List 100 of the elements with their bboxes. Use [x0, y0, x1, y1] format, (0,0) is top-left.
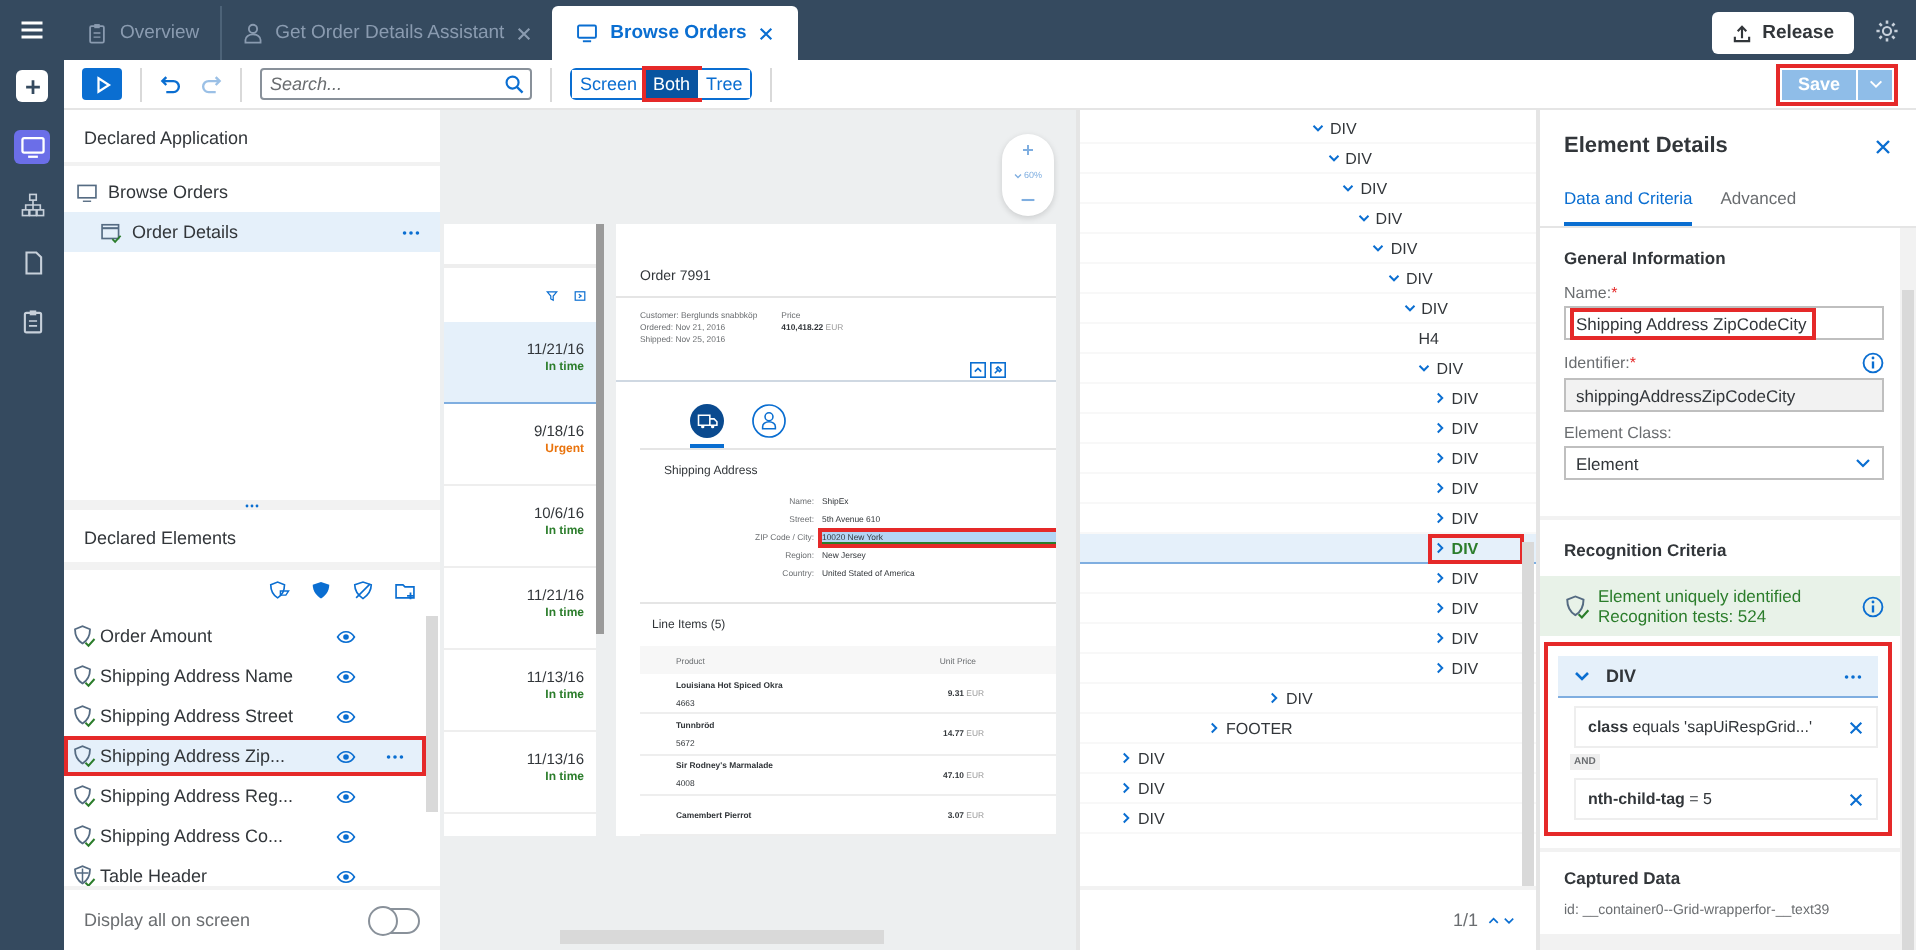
tree-item-label[interactable]: Order Details [132, 222, 239, 242]
settings-icon[interactable] [1874, 18, 1900, 44]
tree-node[interactable]: DIV [1388, 269, 1439, 287]
pin-icon[interactable] [990, 361, 1006, 378]
info-icon[interactable] [1862, 352, 1884, 374]
eye-icon[interactable] [336, 829, 356, 843]
tree-node[interactable]: DIV [1433, 389, 1485, 407]
view-mode-button[interactable]: Tree [698, 70, 751, 98]
shield-tag-icon[interactable] [268, 579, 290, 601]
tree-node[interactable]: DIV [1342, 179, 1394, 197]
tree-node[interactable]: DIV [1120, 749, 1171, 767]
close-icon[interactable] [516, 25, 533, 41]
element-list-item[interactable]: Shipping Address Name [64, 656, 426, 696]
eye-icon[interactable] [336, 869, 356, 883]
add-button[interactable] [16, 70, 48, 102]
tree-node[interactable]: FOOTER [1208, 719, 1299, 737]
tree-item-label[interactable]: Browse Orders [108, 182, 229, 202]
undo-icon[interactable] [160, 73, 182, 95]
tab[interactable]: Browse Orders [552, 6, 799, 60]
eye-icon[interactable] [336, 749, 356, 763]
up-down-arrows-icon[interactable] [1488, 914, 1516, 926]
element-name[interactable]: Shipping Address Co... [100, 826, 336, 846]
input-field[interactable]: Shipping Address ZipCodeCity [1564, 306, 1884, 340]
tree-node[interactable]: DIV [1433, 509, 1485, 527]
clipboard-icon [86, 22, 108, 44]
element-name[interactable]: Table Header [100, 866, 336, 886]
remove-icon[interactable] [1848, 791, 1864, 807]
criteria-group-header[interactable]: DIV [1558, 656, 1878, 698]
scrollbar-thumb[interactable] [1522, 542, 1534, 886]
input-field[interactable]: shippingAddressZipCodeCity [1564, 378, 1884, 412]
close-icon[interactable] [758, 25, 775, 41]
tree-node[interactable]: DIV [1433, 419, 1485, 437]
toggle-switch[interactable] [370, 907, 420, 933]
more-icon[interactable] [402, 229, 420, 235]
element-name[interactable]: Shipping Address Name [100, 666, 336, 686]
close-icon[interactable] [1874, 137, 1892, 155]
shield-slash-icon[interactable] [352, 579, 374, 601]
filter-icon[interactable] [546, 289, 558, 301]
tree-node[interactable]: DIV [1433, 629, 1485, 647]
scrollbar-thumb[interactable] [596, 224, 604, 634]
field-label: Name:* [1564, 284, 1618, 302]
element-list-item[interactable]: Shipping Address Street [64, 696, 426, 736]
eye-icon[interactable] [336, 789, 356, 803]
tab-label[interactable]: Browse Orders [610, 22, 747, 44]
tree-node[interactable]: DIV [1327, 149, 1378, 167]
section-tab[interactable] [690, 403, 724, 448]
element-list-item[interactable]: Shipping Address Zip... [64, 736, 426, 776]
tree-node[interactable]: DIV [1357, 209, 1409, 227]
tree-node[interactable]: DIV [1312, 119, 1363, 137]
tree-node[interactable]: DIV [1120, 779, 1171, 797]
eye-icon[interactable] [336, 629, 356, 643]
eye-icon[interactable] [336, 709, 356, 723]
chevron-down-icon [1574, 668, 1590, 684]
shield-check-icon [72, 624, 96, 648]
chevron-down-icon [1342, 182, 1355, 194]
element-list-item[interactable]: Shipping Address Reg... [64, 776, 426, 816]
element-name[interactable]: Order Amount [100, 626, 336, 646]
element-list-item[interactable]: Table Header [64, 856, 426, 886]
tree-node[interactable]: DIV [1268, 689, 1319, 707]
tree-node[interactable]: DIV [1418, 359, 1470, 377]
more-icon[interactable] [1844, 673, 1862, 679]
scrollbar-thumb[interactable] [426, 616, 438, 812]
tree-node[interactable]: DIV [1403, 299, 1454, 317]
scrollbar-thumb[interactable] [1902, 290, 1914, 950]
tree-node[interactable]: DIV [1433, 449, 1485, 467]
menu-icon[interactable] [18, 16, 46, 44]
folder-plus-icon[interactable] [394, 579, 416, 601]
element-list-item[interactable]: Shipping Address Co... [64, 816, 426, 856]
tree-node[interactable]: DIV [1433, 479, 1485, 497]
tree-node[interactable]: DIV [1120, 809, 1171, 827]
element-name[interactable]: Shipping Address Zip... [100, 746, 336, 766]
tree-node[interactable]: DIV [1433, 569, 1485, 587]
remove-icon[interactable] [1848, 719, 1864, 735]
collapse-icon[interactable] [970, 361, 986, 378]
chevron-right-icon [1120, 752, 1132, 764]
element-list-item[interactable]: Order Amount [64, 616, 426, 656]
tree-item[interactable]: Browse Orders [64, 172, 440, 212]
tree-node[interactable]: H4 [1418, 329, 1445, 347]
hierarchy-icon [19, 192, 45, 218]
columns-icon[interactable] [574, 289, 586, 301]
tree-node[interactable]: DIV [1433, 659, 1485, 677]
eye-icon[interactable] [336, 669, 356, 683]
tree-item[interactable]: Order Details [64, 212, 440, 252]
tab[interactable]: Advanced [1720, 182, 1797, 226]
chevron-down-icon [1312, 122, 1324, 134]
view-mode-button[interactable]: Both [645, 70, 699, 98]
dropdown-field[interactable]: Element [1564, 446, 1884, 480]
release-button[interactable]: Release [1712, 12, 1854, 54]
run-button[interactable] [82, 68, 122, 100]
splitter-handle-icon[interactable] [244, 503, 260, 507]
info-icon[interactable] [1862, 595, 1884, 617]
tree-node[interactable]: DIV [1433, 539, 1519, 557]
element-name[interactable]: Shipping Address Reg... [100, 786, 336, 806]
search-field[interactable]: Search... [260, 68, 532, 100]
shield-icon[interactable] [310, 579, 332, 601]
rail-button[interactable] [14, 130, 50, 164]
more-icon[interactable] [386, 753, 404, 759]
element-name[interactable]: Shipping Address Street [100, 706, 336, 726]
tree-node[interactable]: DIV [1372, 239, 1424, 257]
tree-node[interactable]: DIV [1433, 599, 1485, 617]
